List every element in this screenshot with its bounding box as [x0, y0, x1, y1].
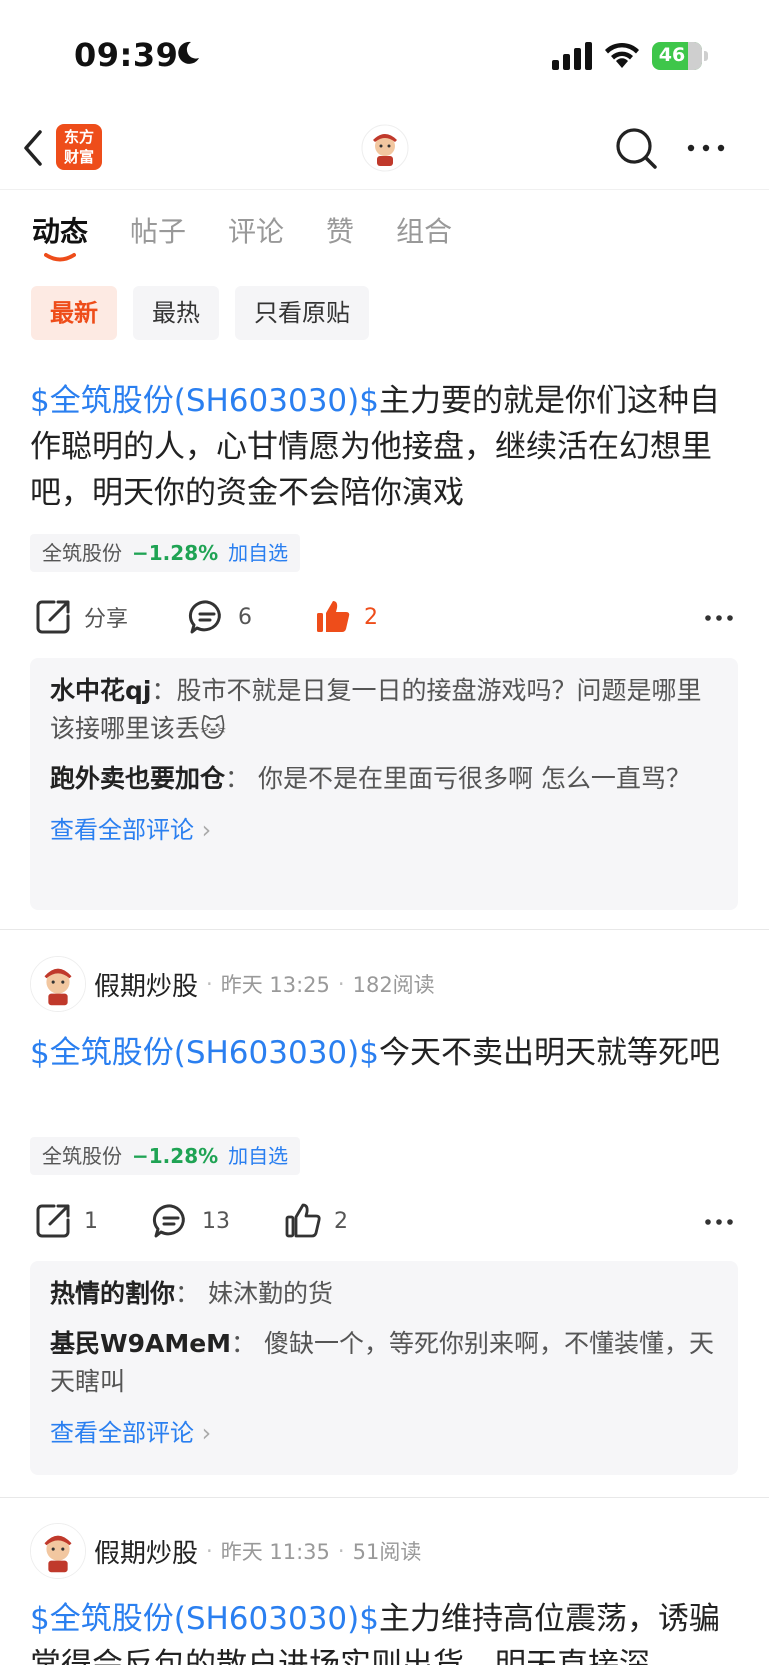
comment-item[interactable]: 跑外卖也要加仓： 你是不是在里面亏很多啊 怎么一直骂？ [50, 760, 718, 798]
separator-dot: · [206, 1539, 213, 1563]
eastmoney-logo: 东方 财富 [56, 124, 102, 170]
profile-tabs: 动态 帖子 评论 赞 组合 [32, 210, 494, 266]
stock-tag[interactable]: 全筑股份 −1.28% 加自选 [30, 1137, 301, 1175]
battery-percent: 46 [658, 44, 686, 66]
share-label: 分享 [84, 607, 129, 632]
tab-dynamic[interactable]: 动态 [32, 210, 88, 266]
comment-item[interactable]: 水中花qj：股市不就是日复一日的接盘游戏吗？问题是哪里该接哪里该丢🐱 [50, 672, 718, 748]
post-content[interactable]: $全筑股份(SH603030)$今天不卖出明天就等死吧 [30, 1030, 740, 1076]
more-options-icon[interactable] [686, 138, 726, 158]
post-time: 昨天 13:25 [220, 973, 330, 997]
moon-icon [178, 41, 199, 64]
add-watchlist-button[interactable]: 加自选 [228, 1137, 288, 1175]
top-nav-bar: 东方 财富 [0, 110, 769, 190]
separator-dot: · [337, 1539, 345, 1563]
stock-link[interactable]: $全筑股份(SH603030)$ [30, 383, 379, 419]
post-content[interactable]: $全筑股份(SH603030)$主力维持高位震荡，诱骗常得会反包的散户进场实则出… [30, 1596, 740, 1665]
thumbs-up-filled-icon [317, 601, 350, 632]
tab-posts[interactable]: 帖子 [130, 210, 186, 266]
share-button[interactable]: 分享 [34, 592, 128, 642]
comment-text: 你是不是在里面亏很多啊 怎么一直骂？ [257, 764, 691, 793]
like-count: 2 [364, 604, 378, 630]
comment-text: 妹沐勤的货 [207, 1279, 333, 1308]
post-author-row: 假期炒股 · 昨天 13:25 · 182阅读 [30, 956, 435, 1012]
author-avatar[interactable] [30, 956, 86, 1012]
post-more-icon[interactable] [704, 614, 734, 622]
tab-likes[interactable]: 赞 [326, 210, 354, 266]
post-text: 今天不卖出明天就等死吧 [378, 1035, 720, 1071]
share-icon [36, 1204, 70, 1238]
comment-button[interactable]: 6 [188, 592, 252, 642]
post-author-row: 假期炒股 · 昨天 11:35 · 51阅读 [30, 1523, 421, 1579]
separator-dot: · [337, 972, 345, 996]
comment-author[interactable]: 水中花qj [50, 676, 151, 705]
comment-author[interactable]: 跑外卖也要加仓 [50, 764, 225, 793]
chip-hottest[interactable]: 最热 [133, 286, 219, 340]
stock-tag-change: −1.28% [132, 541, 219, 565]
wifi-icon [605, 42, 639, 68]
logo-text-line2: 财富 [63, 148, 94, 166]
status-bar: 09:39 46 [0, 0, 769, 100]
filter-chips: 最新 最热 只看原贴 [31, 286, 369, 340]
comment-bubble-icon [188, 600, 221, 634]
like-count: 2 [334, 1208, 348, 1234]
separator-dot: · [206, 972, 213, 996]
comment-item[interactable]: 基民W9AMeM： 傻缺一个，等死你别来啊，不懂装懂，天天瞎叫 [50, 1325, 718, 1401]
comment-item[interactable]: 热情的割你： 妹沐勤的货 [50, 1275, 718, 1313]
post-divider [0, 929, 769, 930]
post-more-icon[interactable] [704, 1218, 734, 1226]
user-avatar-icon[interactable] [361, 124, 409, 172]
cat-emoji-icon: 🐱 [200, 714, 227, 743]
like-button[interactable]: 2 [284, 1196, 348, 1246]
cellular-signal-icon [552, 42, 592, 70]
comment-button[interactable]: 13 [152, 1196, 230, 1246]
comment-bubble-icon [152, 1204, 185, 1238]
view-all-label: 查看全部评论 [50, 1419, 194, 1447]
stock-tag[interactable]: 全筑股份 −1.28% 加自选 [30, 534, 301, 572]
stock-tag-name: 全筑股份 [42, 541, 122, 565]
stock-tag-change: −1.28% [132, 1144, 219, 1168]
post-divider [0, 1497, 769, 1498]
comment-preview: 热情的割你： 妹沐勤的货 基民W9AMeM： 傻缺一个，等死你别来啊，不懂装懂，… [30, 1261, 738, 1475]
comment-preview: 水中花qj：股市不就是日复一日的接盘游戏吗？问题是哪里该接哪里该丢🐱 跑外卖也要… [30, 658, 738, 910]
author-avatar[interactable] [30, 1523, 86, 1579]
comment-count: 13 [202, 1208, 230, 1234]
read-count: 182阅读 [352, 973, 435, 997]
like-button[interactable]: 2 [314, 592, 378, 642]
share-icon [36, 600, 70, 634]
tab-comments[interactable]: 评论 [228, 210, 284, 266]
stock-link[interactable]: $全筑股份(SH603030)$ [30, 1601, 379, 1637]
author-name[interactable]: 假期炒股 [94, 966, 198, 1003]
share-button[interactable]: 1 [34, 1196, 98, 1246]
chevron-right-icon: › [201, 1419, 212, 1447]
comment-count: 6 [238, 604, 252, 630]
post-actions: 1 13 2 [30, 1196, 740, 1246]
battery-indicator: 46 [652, 42, 708, 70]
comment-author[interactable]: 热情的割你 [50, 1279, 175, 1308]
status-time: 09:39 [74, 36, 179, 74]
tab-label: 动态 [32, 215, 89, 248]
tab-portfolio[interactable]: 组合 [396, 210, 452, 266]
chevron-right-icon: › [201, 816, 212, 844]
back-arrow-icon[interactable] [18, 128, 48, 168]
add-watchlist-button[interactable]: 加自选 [228, 534, 288, 572]
view-all-comments-link[interactable]: 查看全部评论 › [50, 1413, 718, 1453]
active-tab-indicator [44, 253, 76, 262]
view-all-comments-link[interactable]: 查看全部评论 › [50, 810, 718, 850]
thumbs-up-icon [285, 1203, 321, 1238]
logo-text-line1: 东方 [63, 128, 94, 146]
stock-link[interactable]: $全筑股份(SH603030)$ [30, 1035, 379, 1071]
search-icon[interactable] [614, 126, 658, 170]
author-name[interactable]: 假期炒股 [94, 1533, 198, 1570]
read-count: 51阅读 [352, 1540, 422, 1564]
post-content[interactable]: $全筑股份(SH603030)$主力要的就是你们这种自作聪明的人，心甘情愿为他接… [30, 378, 740, 516]
view-all-label: 查看全部评论 [50, 816, 194, 844]
post-actions: 分享 6 2 [30, 592, 740, 642]
share-count: 1 [84, 1208, 98, 1234]
comment-author[interactable]: 基民W9AMeM [50, 1329, 231, 1358]
chip-latest[interactable]: 最新 [31, 286, 117, 340]
chip-original-only[interactable]: 只看原贴 [235, 286, 369, 340]
post-time: 昨天 11:35 [220, 1540, 330, 1564]
stock-tag-name: 全筑股份 [42, 1144, 122, 1168]
